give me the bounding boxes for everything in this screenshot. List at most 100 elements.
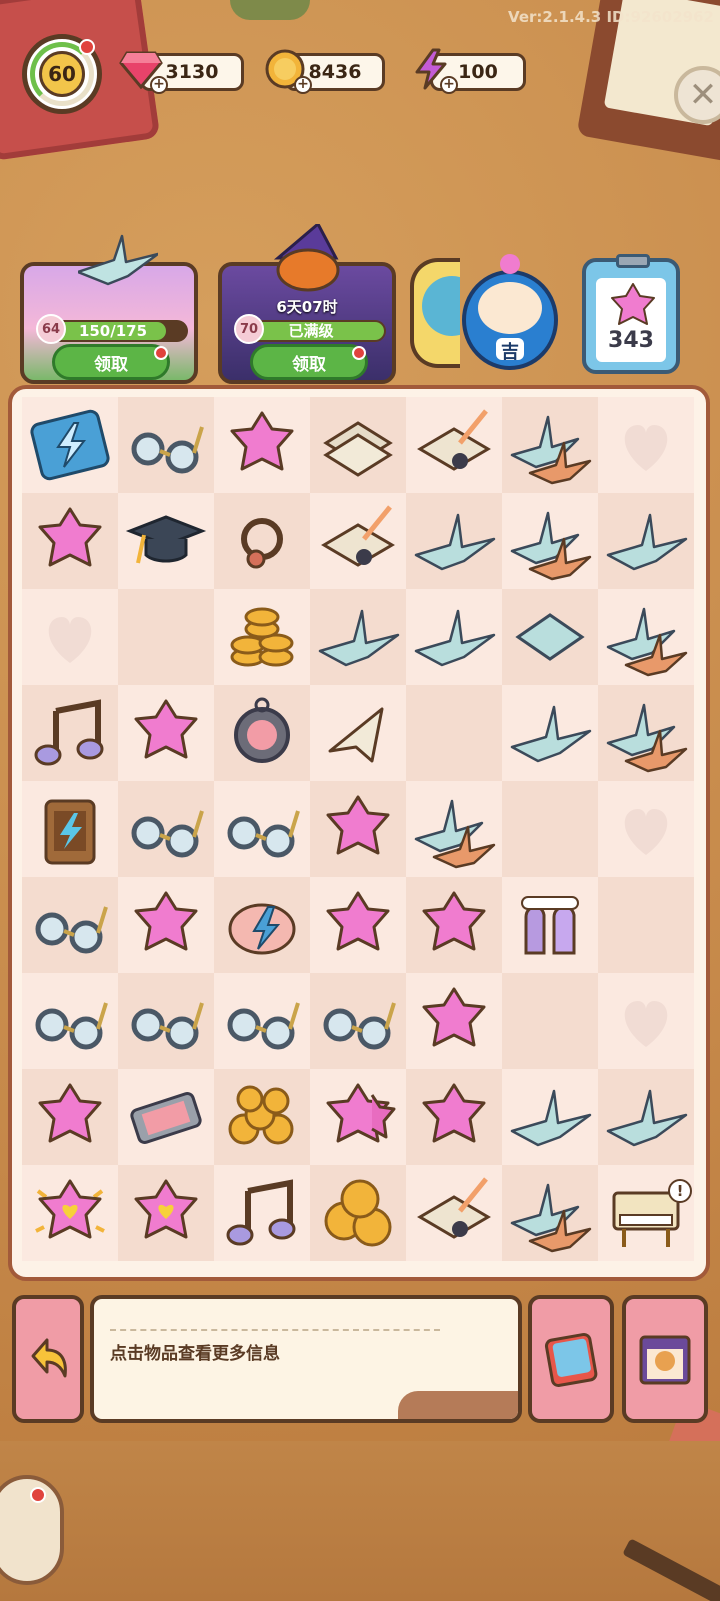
board-cell[interactable]: [118, 1069, 214, 1165]
board-cell[interactable]: [502, 589, 598, 685]
crane-pair-icon: [510, 415, 592, 485]
board-cell[interactable]: [22, 1165, 118, 1261]
claim-button[interactable]: 领取: [250, 344, 368, 380]
board-cell[interactable]: [598, 397, 694, 493]
board-cell[interactable]: [310, 973, 406, 1069]
board-cell[interactable]: [406, 1165, 502, 1261]
board-cell[interactable]: [310, 1165, 406, 1261]
board-cell[interactable]: [22, 973, 118, 1069]
board-cell[interactable]: [310, 1069, 406, 1165]
board-cell[interactable]: [214, 493, 310, 589]
heart-empty-icon: [624, 1001, 668, 1047]
globe-event-icon[interactable]: [410, 258, 460, 368]
board-cell[interactable]: [598, 589, 694, 685]
energy-bolt-icon[interactable]: +: [408, 46, 458, 94]
board-cell[interactable]: [22, 781, 118, 877]
flower-icon: [422, 987, 486, 1047]
board-cell[interactable]: [214, 1165, 310, 1261]
book-icon: [544, 1332, 598, 1388]
board-cell[interactable]: [598, 685, 694, 781]
daruma-cat-icon[interactable]: 吉: [460, 250, 560, 370]
crane-pair-icon: [414, 799, 496, 869]
board-cell[interactable]: [502, 397, 598, 493]
back-button[interactable]: [12, 1295, 84, 1423]
board-cell[interactable]: [406, 1069, 502, 1165]
board-cell[interactable]: [118, 877, 214, 973]
music-note-icon: [34, 699, 104, 766]
board-cell[interactable]: [118, 685, 214, 781]
board-cell[interactable]: [22, 685, 118, 781]
board-cell[interactable]: [214, 397, 310, 493]
board-cell[interactable]: [22, 589, 118, 685]
flower-heart-icon: [134, 1179, 198, 1239]
flower-icon: [38, 1083, 102, 1143]
event-level: 70: [234, 314, 264, 344]
board-cell[interactable]: [214, 589, 310, 685]
board-cell[interactable]: [406, 877, 502, 973]
gem-icon[interactable]: +: [118, 46, 168, 94]
flower-icon: [230, 411, 294, 471]
board-cell[interactable]: [214, 781, 310, 877]
board-cell[interactable]: [118, 589, 214, 685]
board-cell[interactable]: [214, 685, 310, 781]
board-cell[interactable]: [310, 397, 406, 493]
board-cell[interactable]: !: [598, 1165, 694, 1261]
board-cell[interactable]: [310, 493, 406, 589]
flower-icon: [422, 891, 486, 951]
shop-button[interactable]: [622, 1295, 708, 1423]
crane-pair-icon: [510, 511, 592, 581]
board-cell[interactable]: [118, 973, 214, 1069]
board-cell[interactable]: [310, 781, 406, 877]
task-board-button[interactable]: 343: [582, 254, 680, 374]
board-cell[interactable]: [502, 685, 598, 781]
energy-book-icon: [30, 409, 110, 481]
board-cell[interactable]: [598, 877, 694, 973]
notification-dot: [79, 39, 95, 55]
board-cell[interactable]: [118, 493, 214, 589]
alert-icon: !: [668, 1179, 692, 1203]
collection-book-button[interactable]: [528, 1295, 614, 1423]
board-cell[interactable]: [502, 973, 598, 1069]
board-cell[interactable]: [214, 973, 310, 1069]
board-cell[interactable]: [214, 1069, 310, 1165]
board-cell[interactable]: [406, 685, 502, 781]
crane-icon: [318, 609, 400, 667]
player-level-badge[interactable]: 60: [22, 34, 102, 114]
coin-icon[interactable]: +: [262, 46, 312, 94]
version-label: Ver:2.1.4.3 ID:92602962: [508, 8, 714, 26]
board-cell[interactable]: [22, 397, 118, 493]
board-cell[interactable]: [22, 1069, 118, 1165]
board-cell[interactable]: [310, 877, 406, 973]
board-cell[interactable]: [598, 1069, 694, 1165]
board-cell[interactable]: [310, 685, 406, 781]
board-cell[interactable]: [118, 1165, 214, 1261]
board-cell[interactable]: [406, 397, 502, 493]
board-cell[interactable]: [502, 493, 598, 589]
board-cell[interactable]: [118, 397, 214, 493]
board-cell[interactable]: [406, 493, 502, 589]
board-cell[interactable]: [118, 781, 214, 877]
board-cell[interactable]: [22, 493, 118, 589]
compass-icon: [234, 697, 290, 763]
board-cell[interactable]: [502, 1165, 598, 1261]
glasses-icon: [131, 426, 204, 474]
board-cell[interactable]: [22, 877, 118, 973]
heart-empty-icon: [624, 425, 668, 471]
glasses-icon: [227, 810, 300, 858]
board-cell[interactable]: [406, 781, 502, 877]
board-cell[interactable]: [598, 973, 694, 1069]
crane-pair-icon: [606, 607, 688, 677]
board-cell[interactable]: [310, 589, 406, 685]
phone-icon: [130, 1092, 202, 1144]
board-cell[interactable]: [598, 493, 694, 589]
heart-empty-icon: [624, 809, 668, 855]
board-cell[interactable]: [502, 877, 598, 973]
board-cell[interactable]: [598, 781, 694, 877]
notification-dot: [352, 346, 366, 360]
board-cell[interactable]: [502, 781, 598, 877]
claim-button[interactable]: 领取: [52, 344, 170, 380]
board-cell[interactable]: [502, 1069, 598, 1165]
board-cell[interactable]: [214, 877, 310, 973]
board-cell[interactable]: [406, 973, 502, 1069]
board-cell[interactable]: [406, 589, 502, 685]
